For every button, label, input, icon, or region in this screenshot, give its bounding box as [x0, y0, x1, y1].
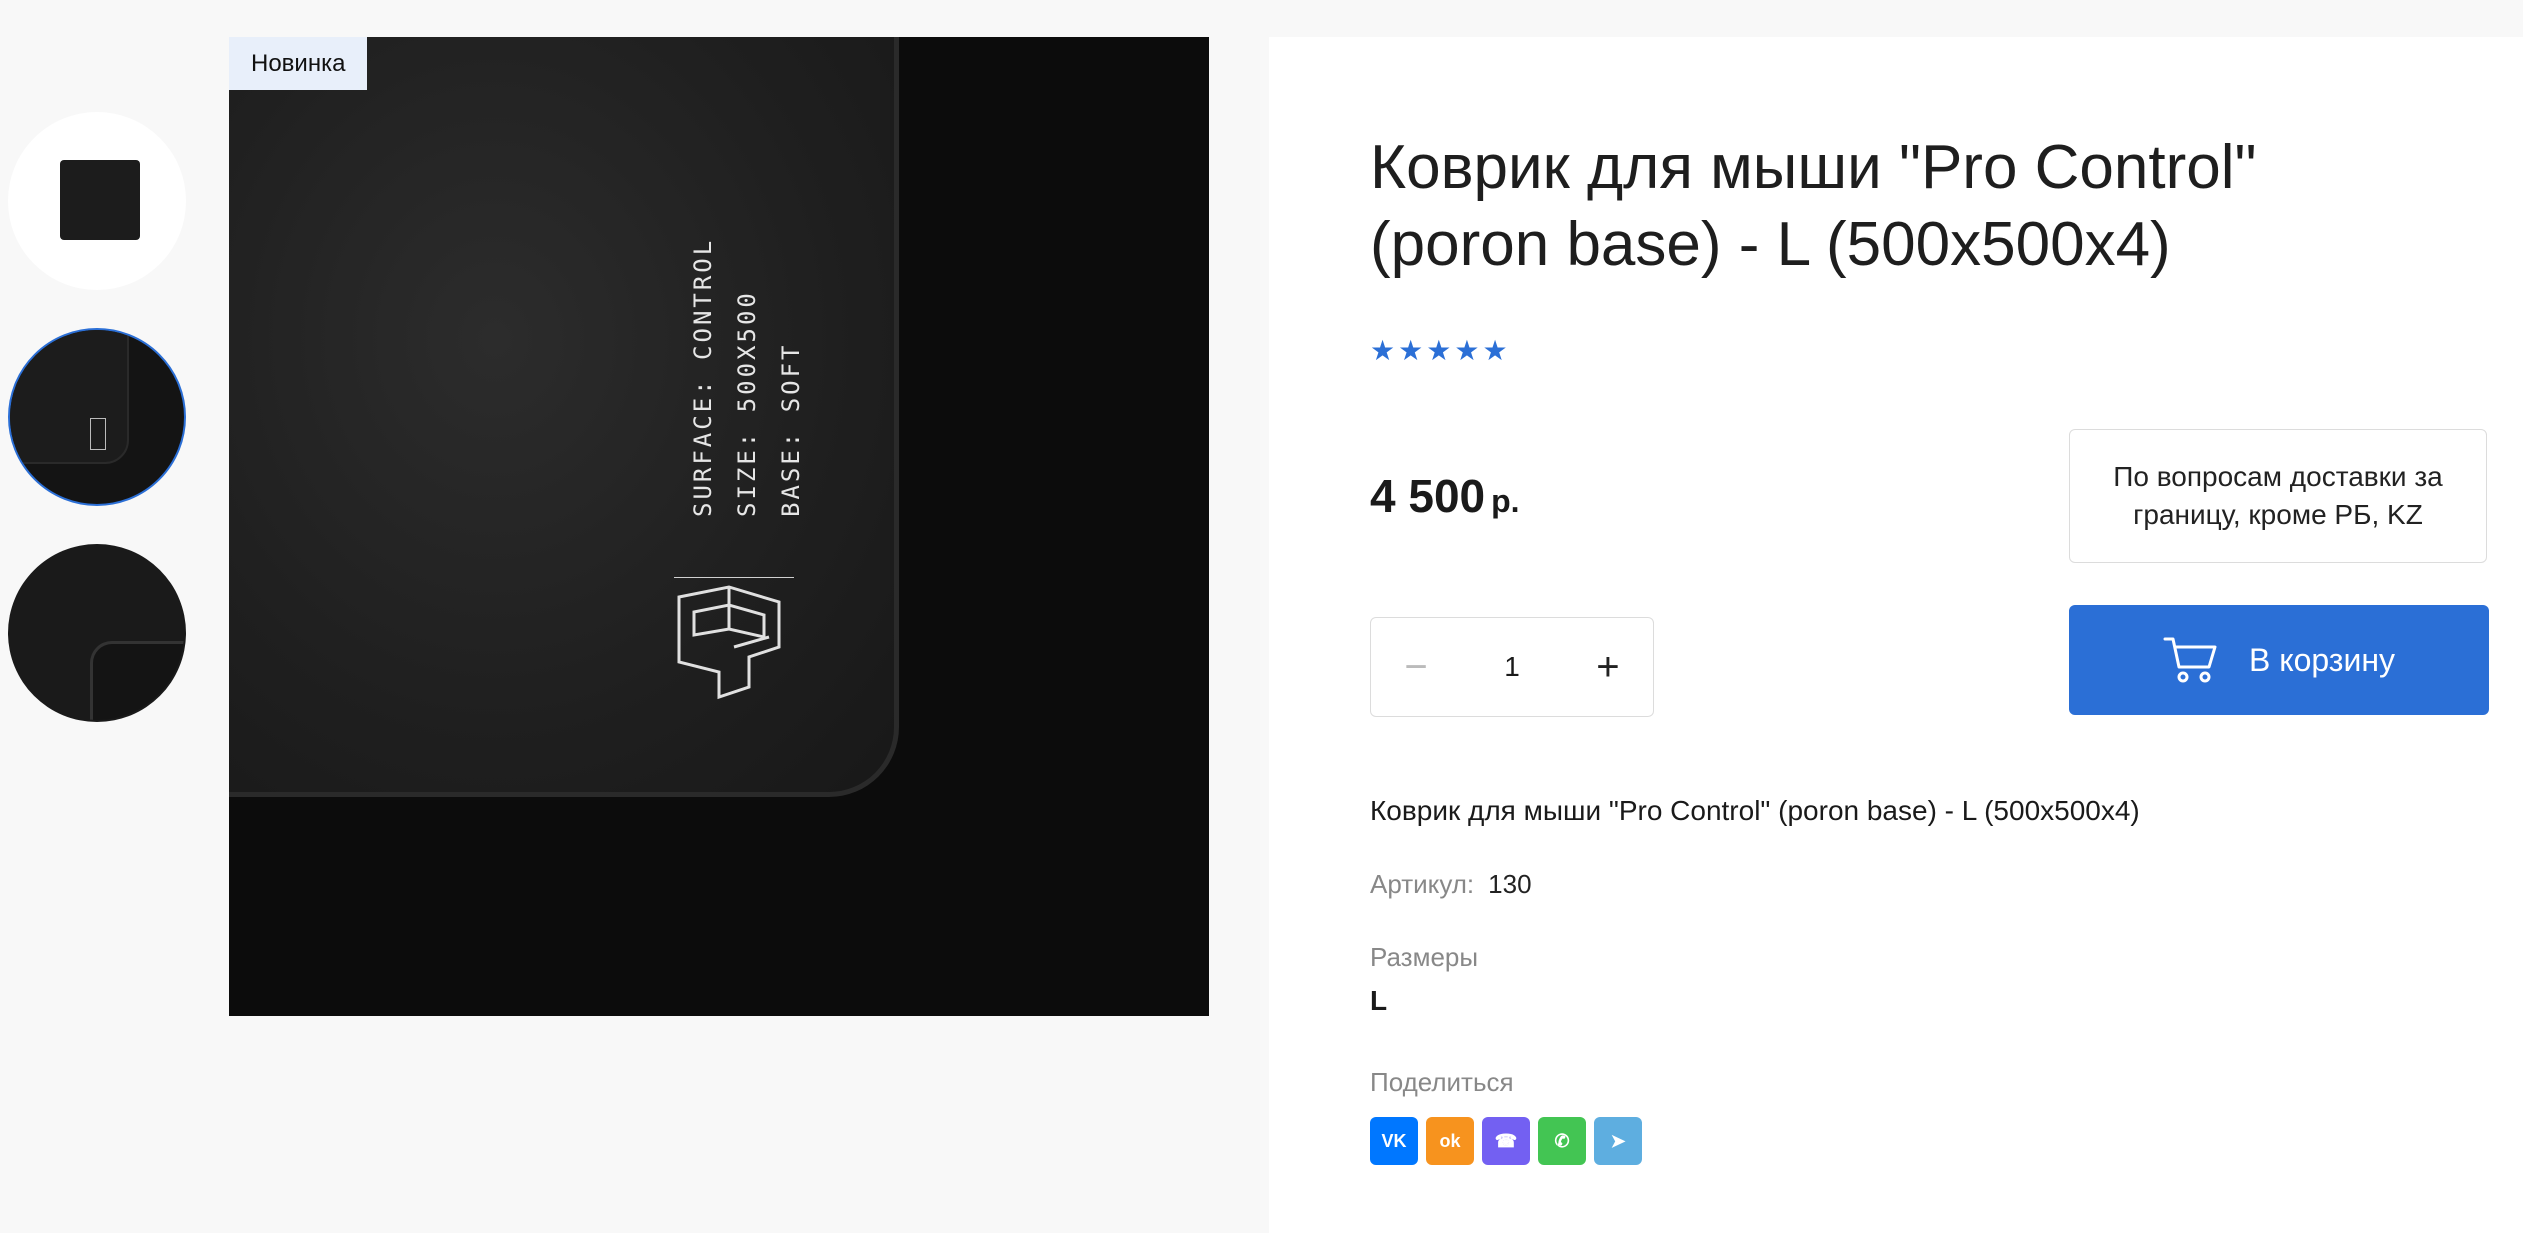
rating-stars[interactable]: ★ ★ ★ ★ ★: [1370, 337, 1508, 365]
increase-quantity-button[interactable]: +: [1563, 645, 1653, 690]
sku-label: Артикул:: [1370, 869, 1475, 899]
thumbnail-1[interactable]: [8, 112, 186, 290]
star-icon: ★: [1370, 335, 1396, 366]
price-currency: р.: [1491, 483, 1520, 519]
thumbnail-list: [8, 112, 190, 760]
star-icon: ★: [1454, 335, 1480, 366]
brand-logo-icon: [674, 577, 794, 700]
mousepad-thumb-image: [60, 160, 140, 240]
thumbnail-3[interactable]: [8, 544, 186, 722]
mousepad-edge-image: [10, 330, 129, 464]
whatsapp-share-button[interactable]: ✆: [1538, 1117, 1586, 1165]
mousepad-print-text: SURFACE: CONTROL SIZE: 500X500 BASE: SOF…: [681, 238, 813, 517]
price-value: 4 500: [1370, 470, 1486, 522]
quantity-value[interactable]: 1: [1504, 651, 1520, 683]
star-icon: ★: [1426, 335, 1452, 366]
product-title: Коврик для мыши "Pro Control" (poron bas…: [1370, 133, 2257, 279]
add-to-cart-button[interactable]: В корзину: [2069, 605, 2489, 715]
mini-logo: [90, 418, 106, 450]
odnoklassniki-icon: ok: [1439, 1130, 1461, 1151]
telegram-icon: ➤: [1610, 1130, 1626, 1151]
decrease-quantity-button[interactable]: −: [1371, 645, 1461, 690]
whatsapp-icon: ✆: [1554, 1130, 1570, 1151]
telegram-share-button[interactable]: ➤: [1594, 1117, 1642, 1165]
cart-icon: [2163, 637, 2217, 683]
add-to-cart-label: В корзину: [2248, 641, 2396, 678]
vk-share-button[interactable]: VK: [1370, 1117, 1418, 1165]
print-line-base: BASE: SOFT: [777, 342, 805, 518]
product-price: 4 500 р.: [1370, 469, 1520, 523]
sku-value: 130: [1488, 869, 1532, 899]
viber-share-button[interactable]: ☎: [1482, 1117, 1530, 1165]
size-option-l[interactable]: L: [1370, 985, 1387, 1017]
quantity-stepper: − 1 +: [1370, 617, 1654, 717]
star-icon: ★: [1482, 335, 1508, 366]
product-info-panel: Коврик для мыши "Pro Control" (poron bas…: [1269, 37, 2523, 1233]
new-badge: Новинка: [229, 37, 368, 90]
star-icon: ★: [1398, 335, 1424, 366]
viber-icon: ☎: [1494, 1130, 1518, 1151]
mousepad-corner-image: [90, 641, 184, 720]
sizes-label: Размеры: [1370, 942, 1479, 972]
delivery-note: По вопросам доставки за границу, кроме Р…: [2113, 461, 2443, 530]
print-line-surface: SURFACE: CONTROL: [689, 237, 717, 517]
vk-icon: VK: [1381, 1130, 1407, 1151]
share-buttons: VK ok ☎ ✆ ➤: [1370, 1117, 1642, 1165]
product-description: Коврик для мыши "Pro Control" (poron bas…: [1370, 795, 2140, 826]
print-line-size: SIZE: 500X500: [733, 290, 761, 517]
share-label: Поделиться: [1370, 1067, 1514, 1097]
sku-row: Артикул: 130: [1370, 869, 1532, 900]
thumbnail-2[interactable]: [8, 328, 186, 506]
delivery-info-box[interactable]: По вопросам доставки за границу, кроме Р…: [2069, 429, 2487, 563]
odnoklassniki-share-button[interactable]: ok: [1426, 1117, 1474, 1165]
main-product-image[interactable]: SURFACE: CONTROL SIZE: 500X500 BASE: SOF…: [229, 37, 1209, 1016]
